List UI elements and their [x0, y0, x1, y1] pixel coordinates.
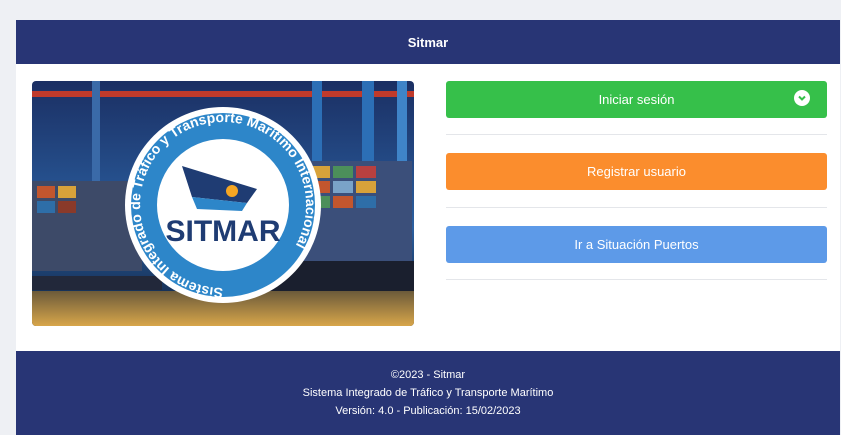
page-container: Sitmar Sistema Integrado de Tráfico y Tr… [16, 20, 840, 435]
footer-copyright: ©2023 - Sitmar [390, 369, 466, 381]
footer-version: Versión: 4.0 - Publicación: 15/02/2023 [335, 405, 521, 417]
divider [446, 134, 827, 135]
login-button[interactable]: Iniciar sesión [446, 81, 827, 118]
footer: ©2023 - Sitmar Sistema Integrado de Tráf… [16, 351, 840, 435]
port-illustration: Sistema Integrado de Tráfico y Transport… [32, 81, 414, 326]
register-user-button[interactable]: Registrar usuario [446, 153, 827, 190]
logo-wordmark: SITMAR [166, 215, 281, 248]
footer-system-name: Sistema Integrado de Tráfico y Transport… [302, 387, 554, 399]
ports-button-label: Ir a Situación Puertos [574, 237, 699, 252]
divider [446, 279, 827, 280]
hero-image: Sistema Integrado de Tráfico y Transport… [32, 81, 414, 326]
login-button-label: Iniciar sesión [598, 92, 675, 107]
chevron-down-circle-icon [794, 90, 810, 106]
divider [446, 207, 827, 208]
header-title: Sitmar [407, 34, 449, 50]
top-header: Sitmar [16, 20, 840, 64]
ports-status-button[interactable]: Ir a Situación Puertos [446, 226, 827, 263]
register-button-label: Registrar usuario [587, 164, 686, 179]
